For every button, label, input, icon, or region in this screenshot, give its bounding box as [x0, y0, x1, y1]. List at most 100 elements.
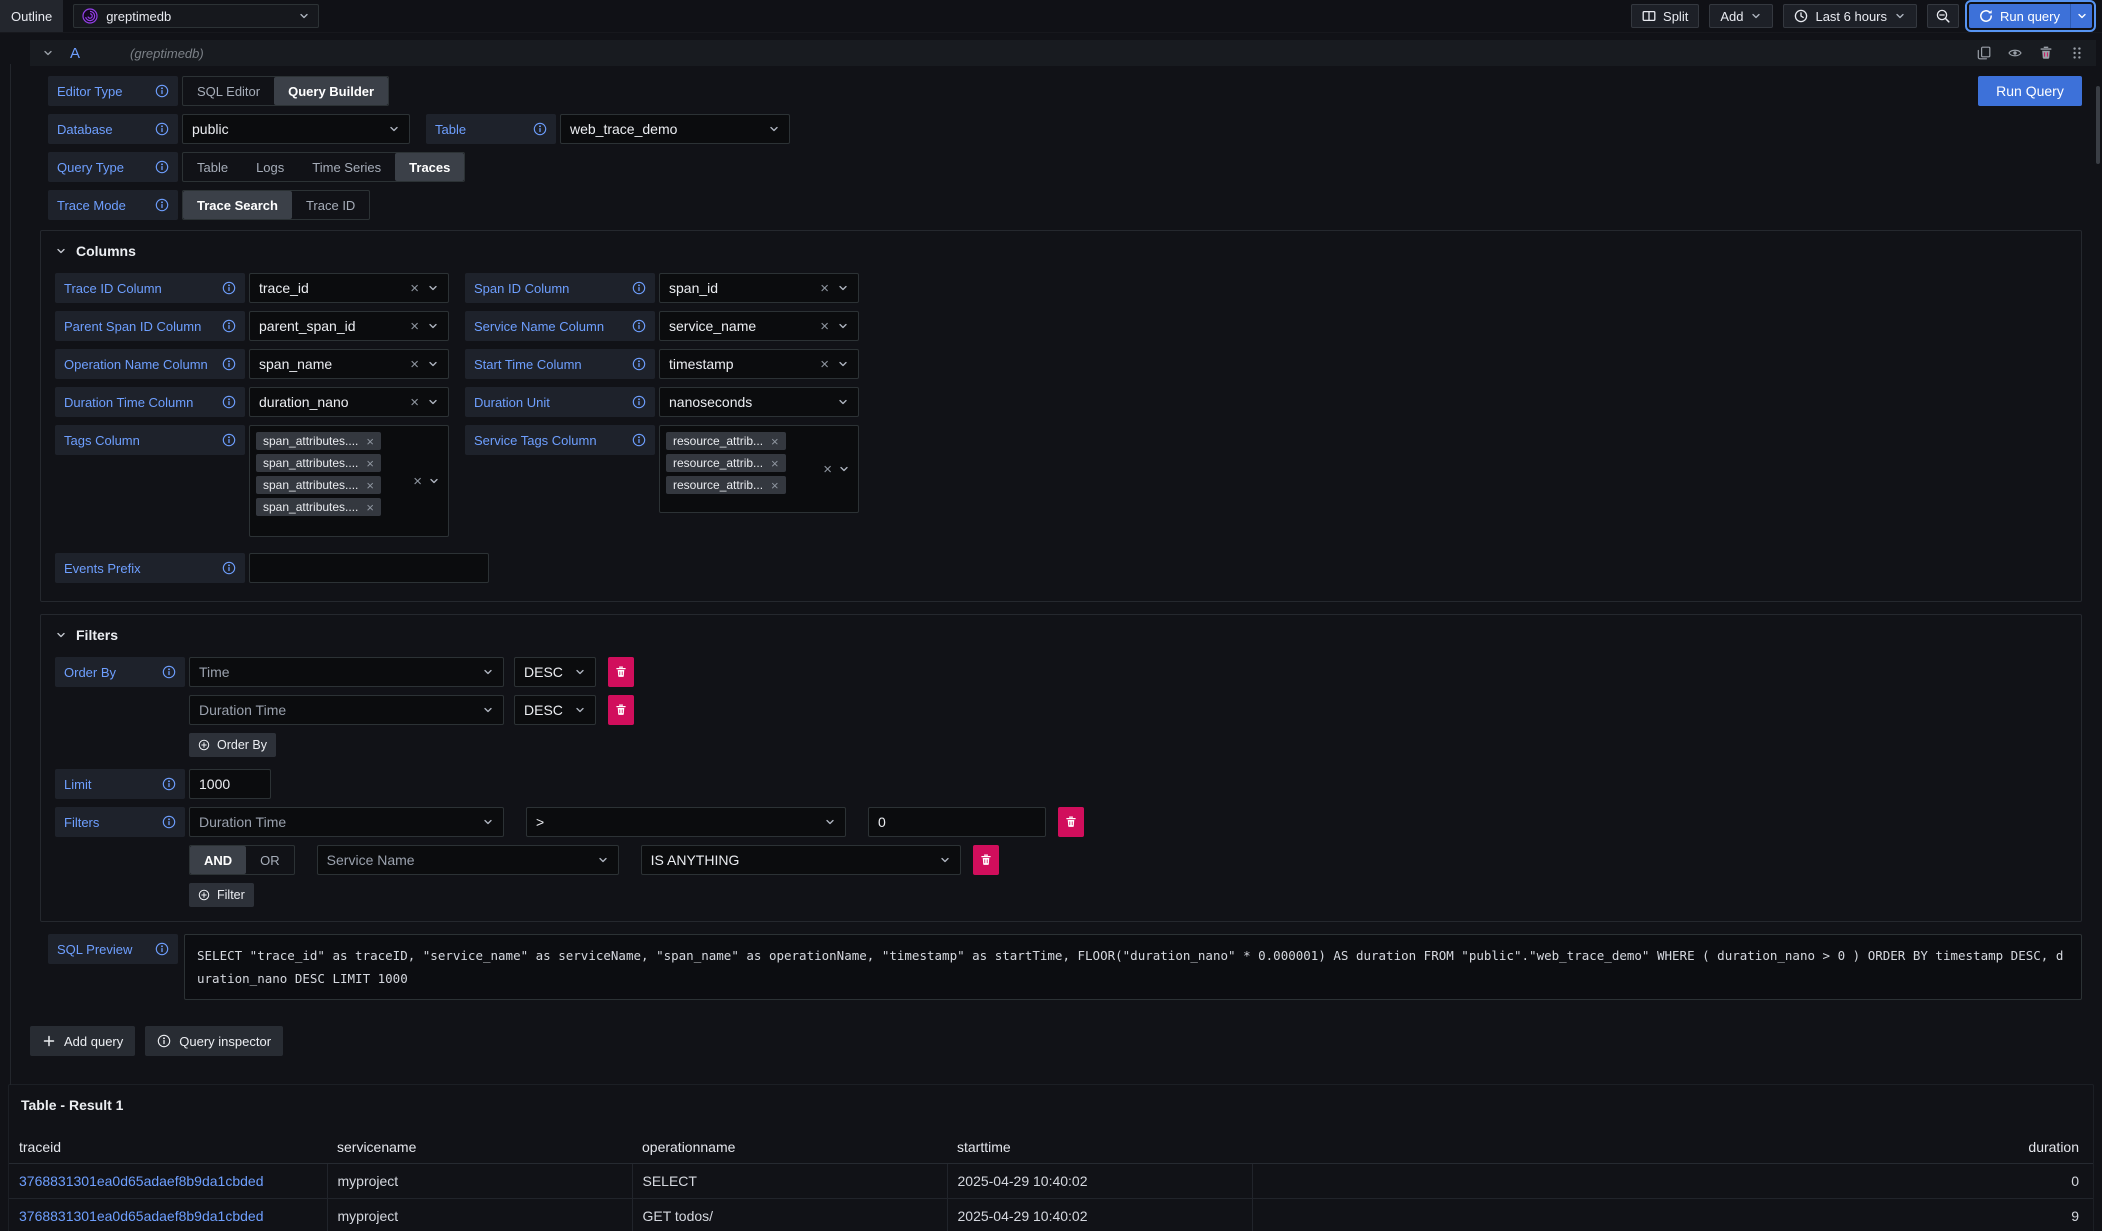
trace-mode-option-trace-id[interactable]: Trace ID: [292, 191, 369, 219]
info-icon[interactable]: [222, 433, 236, 447]
remove-order-by-button-1[interactable]: [608, 695, 634, 725]
info-icon[interactable]: [632, 319, 646, 333]
toggle-visibility-icon[interactable]: [2008, 46, 2022, 60]
info-icon[interactable]: [155, 160, 169, 174]
column-header-starttime[interactable]: starttime: [947, 1131, 1252, 1164]
filter-value-input[interactable]: [868, 807, 1046, 837]
remove-query-icon[interactable]: [2039, 46, 2053, 60]
info-icon[interactable]: [533, 122, 547, 136]
remove-order-by-button-0[interactable]: [608, 657, 634, 687]
events-prefix-input[interactable]: [249, 553, 489, 583]
info-icon[interactable]: [632, 281, 646, 295]
split-button[interactable]: Split: [1631, 4, 1699, 28]
clear-all-icon[interactable]: ×: [823, 462, 832, 477]
database-select[interactable]: public: [182, 114, 410, 144]
clear-icon[interactable]: ×: [820, 357, 829, 372]
query-type-option-time-series[interactable]: Time Series: [298, 153, 395, 181]
tags-column-multiselect[interactable]: span_attributes....× span_attributes....…: [249, 425, 449, 537]
remove-chip-icon[interactable]: ×: [366, 501, 374, 514]
query-ref-id[interactable]: A: [70, 45, 80, 62]
query-type-option-traces[interactable]: Traces: [395, 153, 464, 181]
info-icon[interactable]: [632, 433, 646, 447]
time-range-picker[interactable]: Last 6 hours: [1783, 4, 1917, 28]
limit-input[interactable]: [189, 769, 271, 799]
logical-and-option[interactable]: AND: [190, 846, 246, 874]
query-type-option-table[interactable]: Table: [183, 153, 242, 181]
info-icon[interactable]: [632, 395, 646, 409]
trace-id-column-select[interactable]: trace_id ×: [249, 273, 449, 303]
query-inspector-button[interactable]: Query inspector: [145, 1026, 283, 1056]
trace-id-link[interactable]: 3768831301ea0d65adaef8b9da1cbded: [19, 1208, 263, 1224]
info-icon[interactable]: [155, 942, 169, 956]
clear-icon[interactable]: ×: [820, 319, 829, 334]
start-time-column-select[interactable]: timestamp ×: [659, 349, 859, 379]
clear-icon[interactable]: ×: [410, 281, 419, 296]
collapse-chevron-icon[interactable]: [42, 47, 54, 59]
add-button[interactable]: Add: [1709, 4, 1773, 28]
outline-toggle[interactable]: Outline: [0, 0, 63, 32]
clear-icon[interactable]: ×: [410, 357, 419, 372]
scrollbar-thumb[interactable]: [2096, 86, 2100, 164]
clear-icon[interactable]: ×: [410, 395, 419, 410]
column-header-servicename[interactable]: servicename: [327, 1131, 632, 1164]
table-select[interactable]: web_trace_demo: [560, 114, 790, 144]
info-icon[interactable]: [162, 777, 176, 791]
drag-handle-icon[interactable]: [2070, 46, 2084, 60]
duration-time-column-select[interactable]: duration_nano ×: [249, 387, 449, 417]
info-icon[interactable]: [222, 281, 236, 295]
column-header-operationname[interactable]: operationname: [632, 1131, 947, 1164]
columns-section-header[interactable]: Columns: [55, 243, 2069, 259]
clear-icon[interactable]: ×: [820, 281, 829, 296]
editor-type-option-query-builder[interactable]: Query Builder: [274, 77, 388, 105]
info-icon[interactable]: [222, 561, 236, 575]
order-by-field-select-1[interactable]: Duration Time: [189, 695, 504, 725]
info-icon[interactable]: [162, 665, 176, 679]
info-icon[interactable]: [155, 84, 169, 98]
add-query-button[interactable]: Add query: [30, 1026, 135, 1056]
remove-chip-icon[interactable]: ×: [366, 479, 374, 492]
column-header-duration[interactable]: duration: [1252, 1131, 2093, 1164]
remove-filter-button-0[interactable]: [1058, 807, 1084, 837]
info-icon[interactable]: [162, 815, 176, 829]
trace-id-link[interactable]: 3768831301ea0d65adaef8b9da1cbded: [19, 1173, 263, 1189]
logical-or-option[interactable]: OR: [246, 846, 294, 874]
duration-unit-select[interactable]: nanoseconds: [659, 387, 859, 417]
order-by-direction-select-1[interactable]: DESC: [514, 695, 596, 725]
filter-field-select[interactable]: Duration Time: [189, 807, 504, 837]
info-icon[interactable]: [632, 357, 646, 371]
service-tags-column-multiselect[interactable]: resource_attrib...× resource_attrib...× …: [659, 425, 859, 513]
clear-icon[interactable]: ×: [410, 319, 419, 334]
remove-filter-button-1[interactable]: [973, 845, 999, 875]
info-icon[interactable]: [222, 357, 236, 371]
trace-mode-option-trace-search[interactable]: Trace Search: [183, 191, 292, 219]
operation-name-column-select[interactable]: span_name ×: [249, 349, 449, 379]
zoom-out-button[interactable]: [1927, 4, 1959, 28]
filter-operator-select[interactable]: >: [526, 807, 846, 837]
parent-span-id-column-select[interactable]: parent_span_id ×: [249, 311, 449, 341]
info-icon[interactable]: [155, 198, 169, 212]
order-by-field-select-0[interactable]: Time: [189, 657, 504, 687]
info-icon[interactable]: [222, 395, 236, 409]
editor-type-option-sql-editor[interactable]: SQL Editor: [183, 77, 274, 105]
duplicate-query-icon[interactable]: [1977, 46, 1991, 60]
clear-all-icon[interactable]: ×: [413, 474, 422, 489]
run-query-button[interactable]: Run query: [1969, 4, 2070, 28]
add-filter-button[interactable]: Filter: [189, 883, 254, 907]
add-order-by-button[interactable]: Order By: [189, 733, 276, 757]
info-icon[interactable]: [222, 319, 236, 333]
remove-chip-icon[interactable]: ×: [366, 457, 374, 470]
filter-operator-select-2[interactable]: IS ANYTHING: [641, 845, 961, 875]
span-id-column-select[interactable]: span_id ×: [659, 273, 859, 303]
datasource-picker[interactable]: greptimedb: [73, 4, 319, 28]
query-type-option-logs[interactable]: Logs: [242, 153, 298, 181]
filter-field-select-2[interactable]: Service Name: [317, 845, 619, 875]
editor-run-query-button[interactable]: Run Query: [1978, 76, 2082, 106]
column-header-traceid[interactable]: traceid: [9, 1131, 327, 1164]
remove-chip-icon[interactable]: ×: [771, 457, 779, 470]
service-name-column-select[interactable]: service_name ×: [659, 311, 859, 341]
remove-chip-icon[interactable]: ×: [771, 435, 779, 448]
info-icon[interactable]: [155, 122, 169, 136]
remove-chip-icon[interactable]: ×: [771, 479, 779, 492]
order-by-direction-select-0[interactable]: DESC: [514, 657, 596, 687]
filters-section-header[interactable]: Filters: [55, 627, 2069, 643]
